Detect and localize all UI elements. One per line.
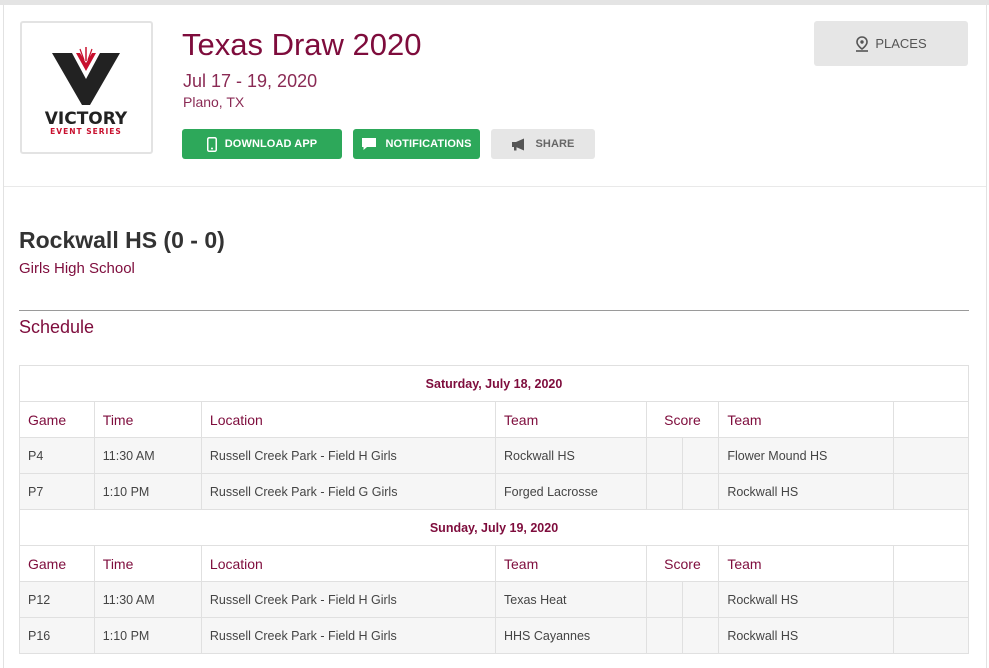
- map-pin-icon: [856, 35, 869, 52]
- game-extra: [893, 581, 969, 618]
- game-team2[interactable]: Flower Mound HS: [718, 437, 895, 474]
- game-team2[interactable]: Rockwall HS: [718, 581, 895, 618]
- col-extra: [893, 401, 969, 438]
- game-score1: [645, 581, 683, 618]
- col-time: Time: [93, 545, 202, 582]
- game-location[interactable]: Russell Creek Park - Field H Girls: [200, 581, 497, 618]
- game-score1: [645, 437, 683, 474]
- game-score2: [681, 581, 720, 618]
- game-extra: [893, 617, 969, 654]
- download-app-label: DOWNLOAD APP: [224, 138, 318, 150]
- col-location: Location: [200, 401, 497, 438]
- download-app-button[interactable]: DOWNLOAD APP: [182, 129, 342, 159]
- phone-icon: [206, 136, 217, 152]
- col-location: Location: [200, 545, 497, 582]
- game-team2[interactable]: Rockwall HS: [718, 473, 895, 510]
- logo-subtext: EVENT SERIES: [50, 127, 122, 135]
- game-team1[interactable]: Rockwall HS: [495, 437, 647, 474]
- share-label: SHARE: [535, 138, 575, 150]
- notifications-button[interactable]: NOTIFICATIONS: [353, 129, 480, 159]
- game-extra: [893, 437, 969, 474]
- game-score2: [681, 617, 720, 654]
- event-city: Plano, TX: [183, 94, 245, 110]
- game-id: P12: [19, 581, 95, 618]
- game-score1: [645, 473, 683, 510]
- places-label: PLACES: [875, 36, 927, 51]
- page-frame: VICTORY EVENT SERIES Texas Draw 2020 Jul…: [3, 5, 987, 668]
- chat-bubble-icon: [362, 138, 377, 150]
- col-team2: Team: [718, 545, 895, 582]
- game-location[interactable]: Russell Creek Park - Field G Girls: [200, 473, 497, 510]
- victory-logo-icon: VICTORY EVENT SERIES: [45, 47, 128, 135]
- game-row[interactable]: P16 1:10 PM Russell Creek Park - Field H…: [19, 617, 969, 654]
- notifications-label: NOTIFICATIONS: [385, 138, 472, 150]
- day-header-row: Sunday, July 19, 2020: [19, 509, 969, 546]
- megaphone-icon: [512, 138, 525, 150]
- event-logo: VICTORY EVENT SERIES: [20, 21, 153, 154]
- game-location[interactable]: Russell Creek Park - Field H Girls: [200, 617, 497, 654]
- game-id: P7: [19, 473, 95, 510]
- game-team1[interactable]: HHS Cayannes: [495, 617, 647, 654]
- col-team: Team: [495, 545, 647, 582]
- col-time: Time: [93, 401, 202, 438]
- places-button[interactable]: PLACES: [814, 21, 968, 66]
- game-team1[interactable]: Forged Lacrosse: [495, 473, 647, 510]
- game-location[interactable]: Russell Creek Park - Field H Girls: [200, 437, 497, 474]
- game-team1[interactable]: Texas Heat: [495, 581, 647, 618]
- game-extra: [893, 473, 969, 510]
- day-date: Sunday, July 19, 2020: [19, 509, 969, 546]
- share-button[interactable]: SHARE: [491, 129, 595, 159]
- event-header: VICTORY EVENT SERIES Texas Draw 2020 Jul…: [4, 5, 986, 187]
- column-header-row: Game Time Location Team Score Team: [19, 401, 969, 438]
- game-time: 1:10 PM: [93, 617, 202, 654]
- team-division[interactable]: Girls High School: [19, 260, 135, 277]
- logo-text: VICTORY: [45, 109, 128, 129]
- game-row[interactable]: P7 1:10 PM Russell Creek Park - Field G …: [19, 473, 969, 510]
- col-game: Game: [19, 545, 95, 582]
- game-team2[interactable]: Rockwall HS: [718, 617, 895, 654]
- game-row[interactable]: P12 11:30 AM Russell Creek Park - Field …: [19, 581, 969, 618]
- col-score: Score: [645, 545, 720, 582]
- section-divider: [19, 310, 969, 311]
- col-team: Team: [495, 401, 647, 438]
- col-score: Score: [645, 401, 720, 438]
- game-score2: [681, 437, 720, 474]
- column-header-row: Game Time Location Team Score Team: [19, 545, 969, 582]
- col-team2: Team: [718, 401, 895, 438]
- day-header-row: Saturday, July 18, 2020: [19, 365, 969, 402]
- day-date: Saturday, July 18, 2020: [19, 365, 969, 402]
- game-score1: [645, 617, 683, 654]
- game-id: P4: [19, 437, 95, 474]
- event-dates: Jul 17 - 19, 2020: [183, 71, 318, 91]
- schedule-title: Schedule: [19, 317, 95, 337]
- team-name: Rockwall HS (0 - 0): [19, 227, 225, 253]
- game-id: P16: [19, 617, 95, 654]
- game-time: 11:30 AM: [93, 437, 202, 474]
- col-game: Game: [19, 401, 95, 438]
- schedule-table: Saturday, July 18, 2020 Game Time Locati…: [19, 365, 969, 654]
- game-score2: [681, 473, 720, 510]
- game-time: 1:10 PM: [93, 473, 202, 510]
- game-time: 11:30 AM: [93, 581, 202, 618]
- event-title: Texas Draw 2020: [182, 27, 422, 62]
- col-extra: [893, 545, 969, 582]
- game-row[interactable]: P4 11:30 AM Russell Creek Park - Field H…: [19, 437, 969, 474]
